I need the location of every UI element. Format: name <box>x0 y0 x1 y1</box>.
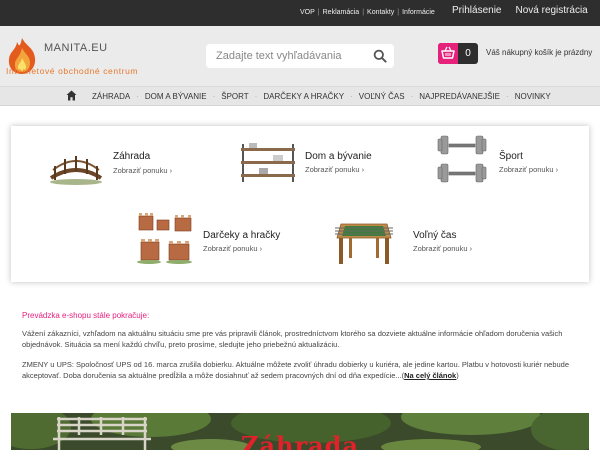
banner-title: Záhrada <box>240 431 360 450</box>
top-link-vop[interactable]: VOP <box>300 0 315 26</box>
category-link[interactable]: Zobraziť ponuku › <box>499 165 558 174</box>
shelf-rack-icon <box>241 143 295 182</box>
foosball-table-icon <box>335 223 393 264</box>
category-link[interactable]: Zobraziť ponuku › <box>305 165 364 174</box>
nav-separator: · <box>410 92 414 101</box>
nav-item-sport[interactable]: ŠPORT <box>221 87 248 106</box>
garden-bridge-icon <box>49 156 103 185</box>
cart-status[interactable]: Váš nákupný košík je prázdny <box>486 48 592 57</box>
category-sport[interactable]: Šport Zobraziť ponuku › <box>437 132 577 194</box>
category-link[interactable]: Zobraziť ponuku › <box>203 244 262 253</box>
login-link[interactable]: Prihlásenie <box>452 0 501 22</box>
home-icon[interactable] <box>66 90 77 101</box>
nav-separator: · <box>506 92 509 101</box>
nav-separator: · <box>254 92 258 101</box>
top-link-reklamacia[interactable]: Reklamácia <box>323 0 360 26</box>
cart-icon-box <box>438 43 458 64</box>
nav-item-zahrada[interactable]: ZÁHRADA <box>92 87 130 106</box>
main-nav: ZÁHRADA · DOM A BÝVANIE · ŠPORT · DARČEK… <box>0 86 600 106</box>
notice-close-paren: ) <box>456 371 459 380</box>
separator: | <box>397 9 400 16</box>
logo-tagline: Internetové obchodné centrum <box>6 66 139 76</box>
chevron-right-icon: › <box>169 166 173 175</box>
chevron-right-icon: › <box>555 165 559 174</box>
notice-paragraph: Vážení zákazníci, vzhľadom na aktuálnu s… <box>22 329 563 349</box>
garden-banner[interactable]: Záhrada <box>11 413 589 450</box>
category-title: Dom a bývanie <box>305 151 372 162</box>
account-links: Prihlásenie Nová registrácia <box>452 0 588 22</box>
category-link[interactable]: Zobraziť ponuku › <box>113 166 172 175</box>
category-link[interactable]: Zobraziť ponuku › <box>413 244 472 253</box>
category-title: Darčeky a hračky <box>203 230 281 241</box>
category-link-label: Zobraziť ponuku <box>413 244 468 253</box>
top-bar: VOP | Reklamácia | Kontakty | Informácie… <box>0 0 600 26</box>
notice-ups-paragraph: ZMENY u UPS: Spoločnosť UPS od 16. marca… <box>22 359 582 381</box>
category-dom-a-byvanie[interactable]: Dom a bývanie Zobraziť ponuku › <box>239 140 389 190</box>
notice-ups-text: ZMENY u UPS: Spoločnosť UPS od 16. marca… <box>22 360 570 380</box>
nav-item-volny-cas[interactable]: VOĽNÝ ČAS <box>359 87 405 106</box>
notice-section: Prevádzka e-shopu stále pokračuje: Vážen… <box>22 311 582 380</box>
separator: | <box>317 9 320 16</box>
nav-item-novinky[interactable]: NOVINKY <box>515 87 551 106</box>
category-panel: Záhrada Zobraziť ponuku › Dom a bývanie … <box>11 126 589 282</box>
category-volny-cas[interactable]: Voľný čas Zobraziť ponuku › <box>335 212 485 268</box>
category-title: Záhrada <box>113 151 151 162</box>
nav-item-darceky-a-hracky[interactable]: DARČEKY A HRAČKY <box>263 87 344 106</box>
register-link[interactable]: Nová registrácia <box>515 0 587 22</box>
chevron-right-icon: › <box>259 244 263 253</box>
category-zahrada[interactable]: Záhrada Zobraziť ponuku › <box>49 140 189 190</box>
nav-items: ZÁHRADA · DOM A BÝVANIE · ŠPORT · DARČEK… <box>92 87 551 106</box>
nav-item-najpredavanejsie[interactable]: NAJPREDÁVANEJŠIE <box>419 87 500 106</box>
logo-name[interactable]: MANITA.EU <box>44 42 108 54</box>
dumbbells-icon <box>437 135 487 183</box>
category-link-label: Zobraziť ponuku <box>499 165 554 174</box>
category-link-label: Zobraziť ponuku <box>305 165 360 174</box>
top-links: VOP | Reklamácia | Kontakty | Informácie <box>300 0 435 26</box>
chevron-right-icon: › <box>361 165 365 174</box>
top-link-kontakty[interactable]: Kontakty <box>367 0 394 26</box>
basket-icon <box>441 46 455 59</box>
category-link-label: Zobraziť ponuku <box>113 166 168 175</box>
toy-castles-icon <box>137 213 192 264</box>
category-title: Šport <box>499 151 523 162</box>
cart-button[interactable]: 0 <box>438 43 478 64</box>
cart-count: 0 <box>465 48 471 59</box>
category-darceky-a-hracky[interactable]: Darčeky a hračky Zobraziť ponuku › <box>135 210 295 270</box>
chevron-right-icon: › <box>469 244 473 253</box>
separator: | <box>362 9 365 16</box>
search-icon[interactable] <box>373 49 387 63</box>
search-input[interactable] <box>216 44 366 68</box>
nav-separator: · <box>136 92 139 101</box>
nav-separator: · <box>212 92 216 101</box>
category-title: Voľný čas <box>413 230 457 241</box>
top-link-informacie[interactable]: Informácie <box>402 0 435 26</box>
search-box <box>206 44 394 68</box>
notice-heading: Prevádzka e-shopu stále pokračuje: <box>22 311 150 320</box>
nav-item-dom-a-byvanie[interactable]: DOM A BÝVANIE <box>145 87 207 106</box>
nav-separator: · <box>350 92 353 101</box>
full-article-link[interactable]: Na celý článok <box>404 371 456 380</box>
category-link-label: Zobraziť ponuku <box>203 244 258 253</box>
